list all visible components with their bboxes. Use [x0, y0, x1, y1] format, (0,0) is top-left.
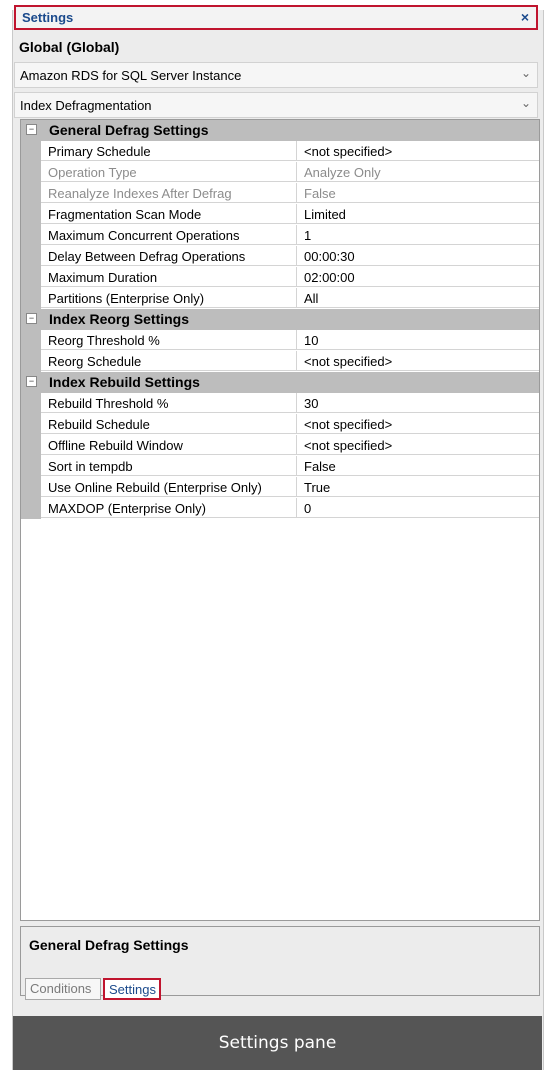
category-label: Index Rebuild Settings [49, 374, 200, 390]
property-value[interactable]: 30 [297, 393, 539, 413]
minus-box-icon[interactable]: − [26, 313, 37, 324]
property-value[interactable]: 02:00:00 [297, 267, 539, 287]
property-name: Delay Between Defrag Operations [41, 246, 297, 266]
property-name: MAXDOP (Enterprise Only) [41, 498, 297, 518]
scope-label: Global (Global) [19, 39, 120, 55]
feature-value: Index Defragmentation [20, 98, 152, 113]
property-row[interactable]: Reorg Schedule <not specified> [21, 351, 539, 372]
property-name: Reorg Schedule [41, 351, 297, 371]
property-name: Use Online Rebuild (Enterprise Only) [41, 477, 297, 497]
chevron-down-icon[interactable]: ⌄ [521, 96, 531, 110]
property-name: Rebuild Threshold % [41, 393, 297, 413]
property-value[interactable]: 1 [297, 225, 539, 245]
row-gutter [21, 183, 41, 204]
property-value: False [297, 183, 539, 203]
property-row[interactable]: Sort in tempdb False [21, 456, 539, 477]
property-row[interactable]: Reorg Threshold % 10 [21, 330, 539, 351]
property-name: Operation Type [41, 162, 297, 182]
property-value[interactable]: <not specified> [297, 435, 539, 455]
feature-dropdown[interactable]: Index Defragmentation ⌄ [14, 92, 538, 118]
caption-bar: Settings pane [13, 1016, 542, 1070]
tab-conditions[interactable]: Conditions [25, 978, 101, 1000]
property-name: Reanalyze Indexes After Defrag [41, 183, 297, 203]
pane-titlebar[interactable]: Settings × [14, 5, 538, 30]
property-value[interactable]: <not specified> [297, 414, 539, 434]
property-row[interactable]: Operation Type Analyze Only [21, 162, 539, 183]
row-gutter [21, 288, 41, 309]
property-row[interactable]: Maximum Duration 02:00:00 [21, 267, 539, 288]
row-gutter [21, 498, 41, 519]
property-value[interactable]: 0 [297, 498, 539, 518]
category-label: General Defrag Settings [49, 122, 209, 138]
property-name: Offline Rebuild Window [41, 435, 297, 455]
minus-box-icon[interactable]: − [26, 124, 37, 135]
row-gutter [21, 414, 41, 435]
property-name: Maximum Duration [41, 267, 297, 287]
chevron-down-icon[interactable]: ⌄ [521, 66, 531, 80]
property-name: Partitions (Enterprise Only) [41, 288, 297, 308]
category-row[interactable]: − General Defrag Settings [21, 120, 539, 141]
category-row[interactable]: − Index Reorg Settings [21, 309, 539, 330]
category-label: Index Reorg Settings [49, 311, 190, 327]
property-value[interactable]: Limited [297, 204, 539, 224]
property-value[interactable]: True [297, 477, 539, 497]
row-gutter [21, 141, 41, 162]
property-name: Sort in tempdb [41, 456, 297, 476]
property-value: Analyze Only [297, 162, 539, 182]
property-value[interactable]: All [297, 288, 539, 308]
property-name: Fragmentation Scan Mode [41, 204, 297, 224]
minus-box-icon[interactable]: − [26, 376, 37, 387]
property-row[interactable]: MAXDOP (Enterprise Only) 0 [21, 498, 539, 519]
property-value[interactable]: False [297, 456, 539, 476]
property-row[interactable]: Offline Rebuild Window <not specified> [21, 435, 539, 456]
property-name: Maximum Concurrent Operations [41, 225, 297, 245]
property-name: Rebuild Schedule [41, 414, 297, 434]
property-name: Primary Schedule [41, 141, 297, 161]
property-row[interactable]: Partitions (Enterprise Only) All [21, 288, 539, 309]
row-gutter [21, 477, 41, 498]
row-gutter [21, 225, 41, 246]
property-grid[interactable]: − General Defrag Settings Primary Schedule… [20, 119, 540, 921]
tab-settings[interactable]: Settings [103, 978, 161, 1000]
row-gutter [21, 393, 41, 414]
property-row[interactable]: Rebuild Threshold % 30 [21, 393, 539, 414]
property-row[interactable]: Delay Between Defrag Operations 00:00:30 [21, 246, 539, 267]
row-gutter [21, 204, 41, 225]
close-icon[interactable]: × [521, 9, 529, 25]
property-row[interactable]: Primary Schedule <not specified> [21, 141, 539, 162]
row-gutter [21, 246, 41, 267]
row-gutter [21, 330, 41, 351]
property-row[interactable]: Reanalyze Indexes After Defrag False [21, 183, 539, 204]
pane-title: Settings [22, 10, 74, 25]
property-value[interactable]: <not specified> [297, 141, 539, 161]
row-gutter [21, 456, 41, 477]
property-row[interactable]: Use Online Rebuild (Enterprise Only) True [21, 477, 539, 498]
instance-type-dropdown[interactable]: Amazon RDS for SQL Server Instance ⌄ [14, 62, 538, 88]
property-row[interactable]: Rebuild Schedule <not specified> [21, 414, 539, 435]
row-gutter [21, 267, 41, 288]
property-row[interactable]: Fragmentation Scan Mode Limited [21, 204, 539, 225]
property-value[interactable]: 00:00:30 [297, 246, 539, 266]
description-title: General Defrag Settings [29, 937, 189, 953]
category-row[interactable]: − Index Rebuild Settings [21, 372, 539, 393]
instance-type-value: Amazon RDS for SQL Server Instance [20, 68, 242, 83]
property-value[interactable]: 10 [297, 330, 539, 350]
row-gutter [21, 162, 41, 183]
row-gutter [21, 351, 41, 372]
property-row[interactable]: Maximum Concurrent Operations 1 [21, 225, 539, 246]
property-value[interactable]: <not specified> [297, 351, 539, 371]
property-name: Reorg Threshold % [41, 330, 297, 350]
row-gutter [21, 435, 41, 456]
